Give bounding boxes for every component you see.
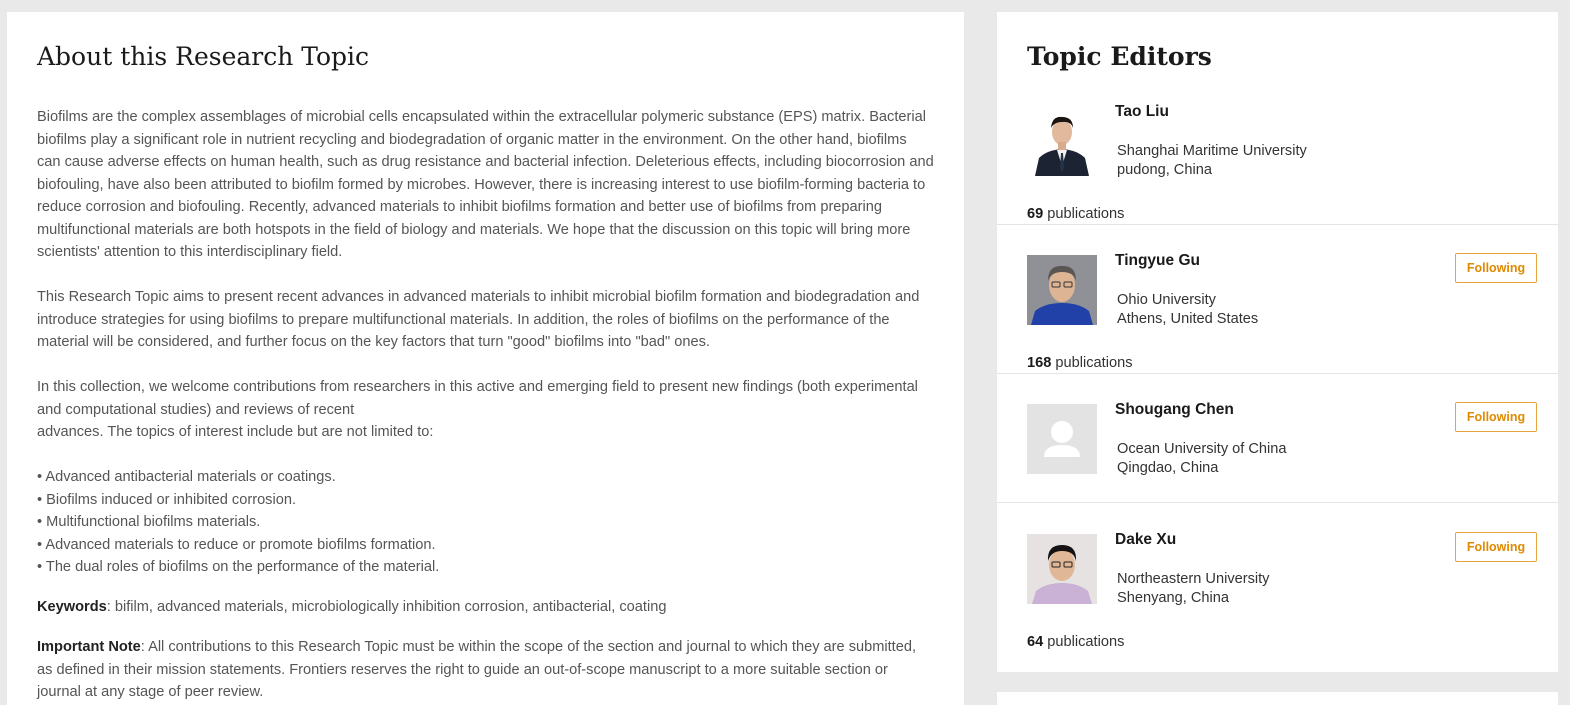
important-note: Important Note: All contributions to thi… bbox=[37, 636, 934, 704]
following-button[interactable]: Following bbox=[1455, 402, 1537, 432]
editor-name[interactable]: Tingyue Gu bbox=[1115, 251, 1200, 271]
about-paragraph-2: This Research Topic aims to present rece… bbox=[37, 289, 920, 350]
keywords-text: : bifilm, advanced materials, microbiolo… bbox=[106, 598, 667, 615]
editor-card: Dake Xu Following Northeastern Universit… bbox=[997, 531, 1558, 652]
editor-name[interactable]: Dake Xu bbox=[1115, 530, 1176, 550]
about-paragraph-3-line-1: In this collection, we welcome contribut… bbox=[37, 379, 918, 418]
editor-location: Shenyang, China bbox=[1117, 590, 1229, 606]
important-note-text: : All contributions to this Research Top… bbox=[37, 639, 917, 700]
about-paragraph-3-line-2: advances. The topics of interest include… bbox=[37, 424, 434, 440]
about-title: About this Research Topic bbox=[37, 42, 370, 71]
list-item: Multifunctional biofilms materials. bbox=[37, 511, 934, 534]
publications-label: publications bbox=[1047, 206, 1125, 222]
about-paragraph-3: In this collection, we welcome contribut… bbox=[37, 376, 934, 444]
editor-institution: Shanghai Maritime University bbox=[1117, 143, 1307, 159]
person-photo-icon bbox=[1027, 534, 1097, 604]
publications-label: publications bbox=[1047, 634, 1125, 650]
editor-photo[interactable] bbox=[1027, 534, 1097, 604]
editor-name[interactable]: Tao Liu bbox=[1115, 102, 1169, 122]
following-button[interactable]: Following bbox=[1455, 532, 1537, 562]
editor-publications: 69 publications bbox=[1027, 204, 1124, 224]
editor-location: Athens, United States bbox=[1117, 311, 1259, 327]
editor-publications: 168 publications bbox=[1027, 353, 1133, 373]
publications-count: 69 bbox=[1027, 206, 1044, 222]
topics-list: Advanced antibacterial materials or coat… bbox=[37, 466, 934, 579]
editor-publications: 64 publications bbox=[1027, 632, 1124, 652]
list-item: Advanced antibacterial materials or coat… bbox=[37, 466, 934, 489]
editor-photo[interactable] bbox=[1027, 255, 1097, 325]
person-photo-icon bbox=[1027, 106, 1097, 176]
publications-count: 168 bbox=[1027, 355, 1052, 371]
secondary-side-panel bbox=[997, 692, 1558, 705]
editor-institution: Ocean University of China bbox=[1117, 441, 1287, 457]
about-panel: About this Research Topic Biofilms are t… bbox=[7, 12, 964, 705]
editor-card: Tao Liu Shanghai Maritime University pud… bbox=[997, 103, 1558, 225]
editor-card: Shougang Chen Following Ocean University… bbox=[997, 401, 1558, 503]
list-item: The dual roles of biofilms on the perfor… bbox=[37, 556, 934, 579]
keywords: Keywords: bifilm, advanced materials, mi… bbox=[37, 596, 934, 619]
editor-card: Tingyue Gu Following Ohio University Ath… bbox=[997, 252, 1558, 374]
person-photo-icon bbox=[1027, 255, 1097, 325]
avatar-placeholder-icon bbox=[1027, 404, 1097, 474]
keywords-label: Keywords bbox=[37, 598, 107, 615]
editor-institution: Ohio University bbox=[1117, 292, 1216, 308]
editor-photo[interactable] bbox=[1027, 404, 1097, 474]
list-item: Biofilms induced or inhibited corrosion. bbox=[37, 489, 934, 512]
editor-location: Qingdao, China bbox=[1117, 460, 1219, 476]
editor-institution: Northeastern University bbox=[1117, 571, 1270, 587]
list-item: Advanced materials to reduce or promote … bbox=[37, 534, 934, 557]
publications-count: 64 bbox=[1027, 634, 1044, 650]
important-note-label: Important Note bbox=[37, 639, 141, 655]
publications-label: publications bbox=[1055, 355, 1133, 371]
about-paragraph-1: Biofilms are the complex assemblages of … bbox=[37, 109, 934, 260]
topic-editors-title: Topic Editors bbox=[1027, 42, 1212, 71]
editor-name[interactable]: Shougang Chen bbox=[1115, 400, 1234, 420]
editor-location: pudong, China bbox=[1117, 162, 1212, 178]
editor-photo[interactable] bbox=[1027, 106, 1097, 176]
following-button[interactable]: Following bbox=[1455, 253, 1537, 283]
topic-editors-panel: Topic Editors Tao Liu Shanghai Maritime … bbox=[997, 12, 1558, 672]
